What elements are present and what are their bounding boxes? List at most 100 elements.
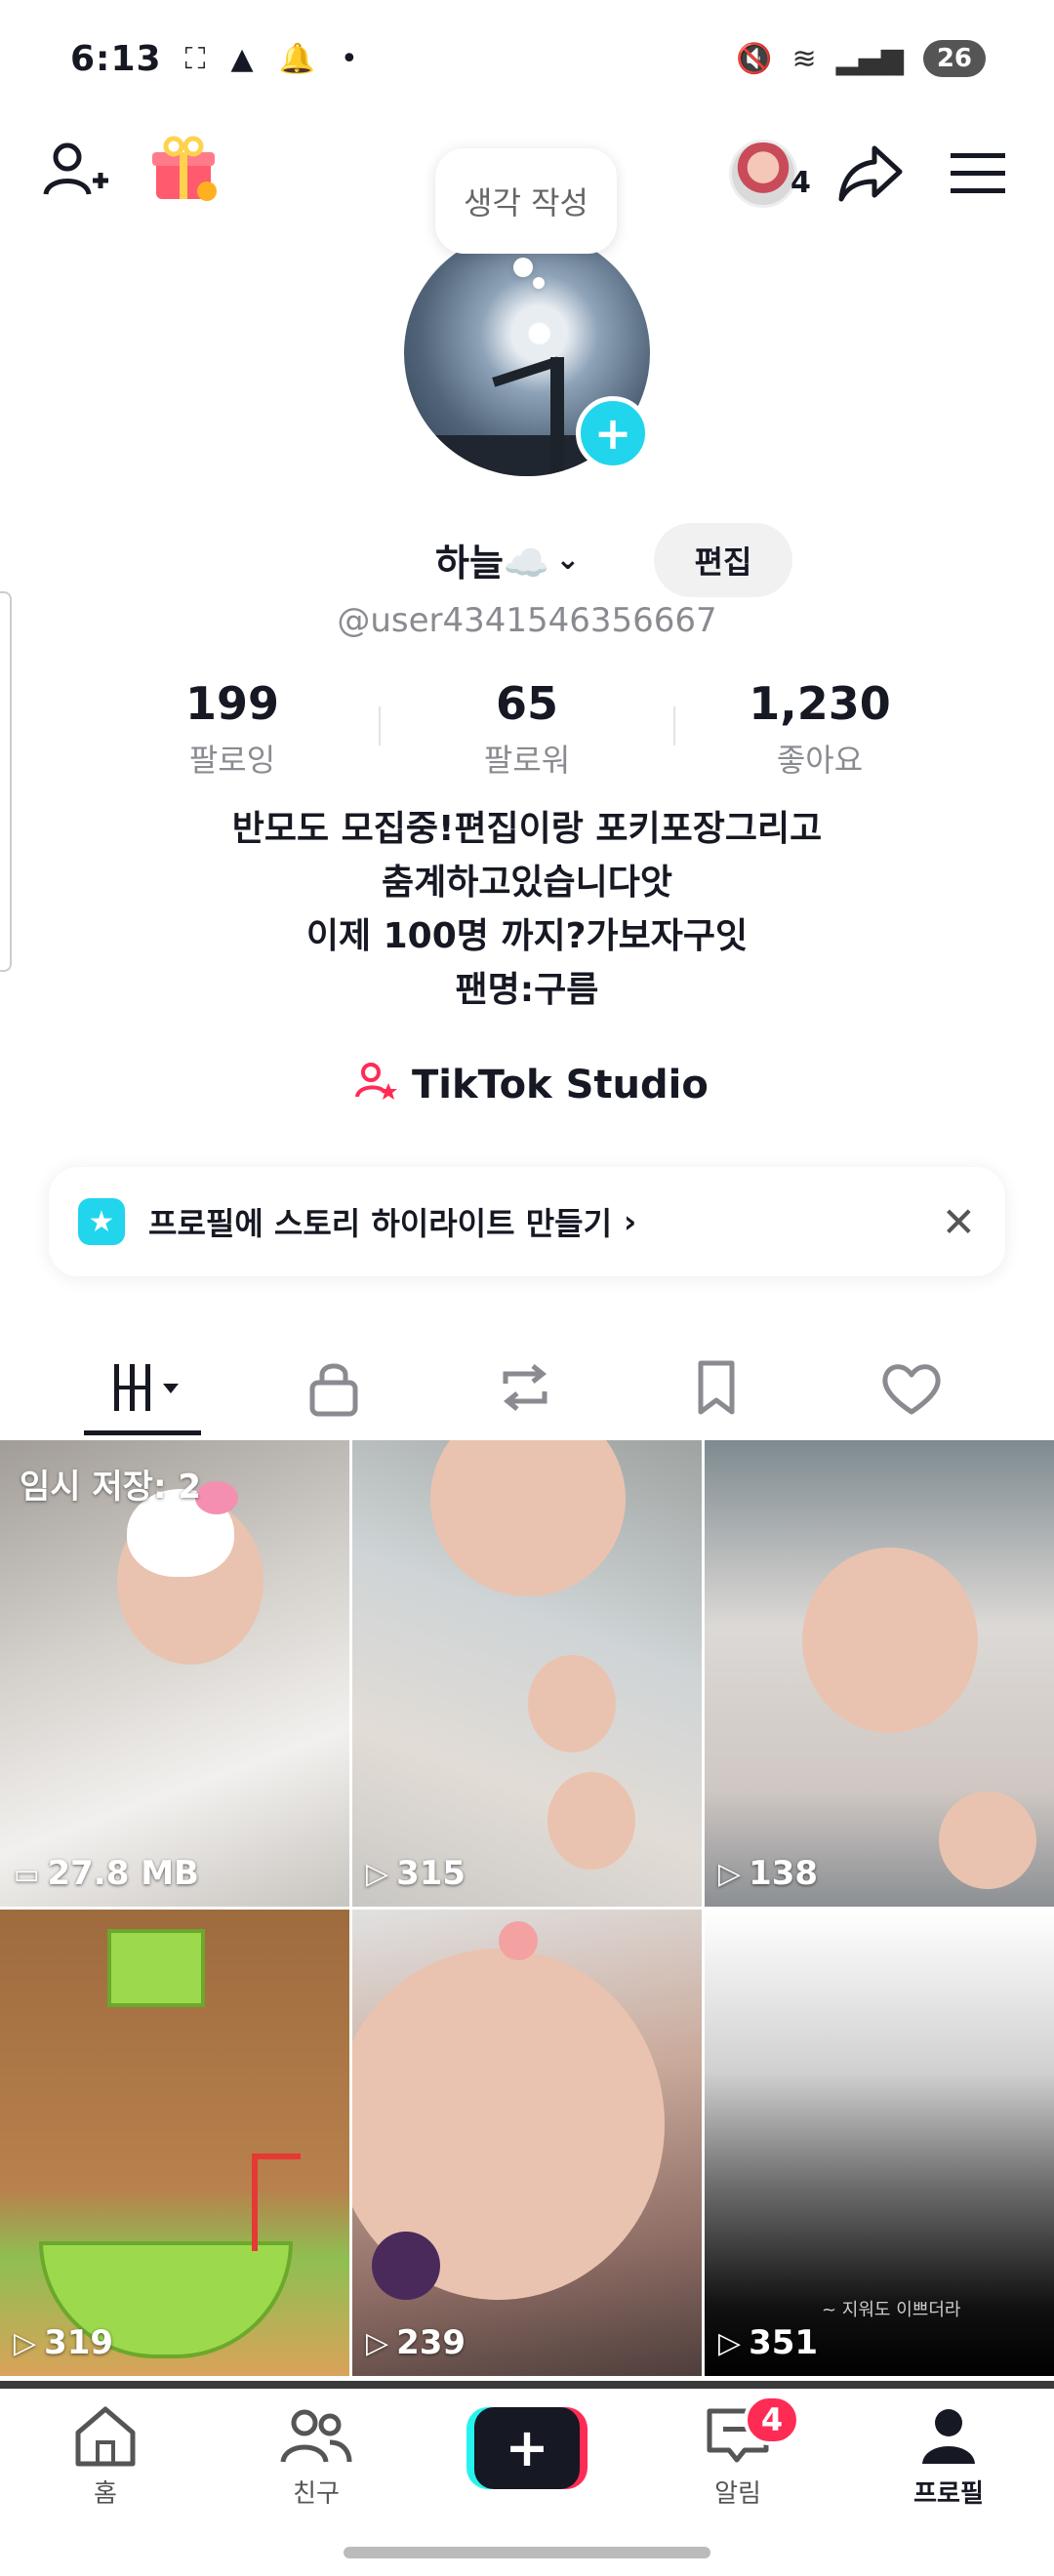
bio-line: 반모도 모집중!편집이랑 포키포장그리고	[231, 809, 823, 849]
warning-icon: ▲	[230, 41, 254, 76]
video-tile[interactable]: ▷ 319	[0, 1910, 349, 2376]
friends-icon	[280, 2409, 352, 2463]
home-icon	[75, 2406, 136, 2467]
view-count: 351	[749, 2323, 819, 2362]
video-tile[interactable]: ▷ 138	[705, 1440, 1054, 1907]
video-caption: ~ 지워도 이쁘더라	[822, 2300, 961, 2320]
studio-person-star-icon	[355, 1060, 398, 1111]
draft-icon: ▭	[14, 1857, 40, 1890]
avatar	[729, 140, 797, 208]
bio[interactable]: 반모도 모집중!편집이랑 포키포장그리고 춤계하고있습니다앗 이제 100명 까…	[0, 802, 1054, 1017]
add-story-button[interactable]: +	[576, 396, 650, 470]
bookmark-icon	[698, 1360, 735, 1415]
gift-icon	[152, 136, 217, 201]
edit-profile-button[interactable]: 편집	[654, 523, 792, 597]
signal-icon: ▂▄▆	[835, 41, 904, 76]
status-time: 6:13	[70, 38, 162, 79]
view-count: 239	[396, 2323, 466, 2362]
video-tile[interactable]: ~ 지워도 이쁘더라 ▷ 351	[705, 1910, 1054, 2376]
chevron-right-icon: ›	[624, 1203, 637, 1240]
username: @user4341546356667	[337, 601, 717, 640]
tab-reposts[interactable]	[429, 1337, 621, 1438]
plus-icon: +	[593, 407, 632, 460]
draft-size: 27.8 MB	[47, 1854, 199, 1893]
draft-video-tile[interactable]: 임시 저장: 2 ▭ 27.8 MB	[0, 1440, 349, 1907]
wifi-icon: ≋	[791, 41, 817, 76]
menu-button[interactable]	[939, 131, 1017, 217]
video-grid: 임시 저장: 2 ▭ 27.8 MB ▷ 315 ▷ 138 ▷ 319 ▷ 2…	[0, 1440, 1054, 2381]
studio-label: TikTok Studio	[412, 1063, 709, 1107]
hamburger-menu-icon	[951, 153, 1005, 193]
notification-bell-icon: 🔔	[278, 41, 315, 76]
followers-stat[interactable]: 65 팔로워	[410, 677, 644, 781]
bottom-nav: 홈 친구 + 알림 프로필	[0, 2389, 1054, 2535]
close-icon[interactable]: ✕	[942, 1198, 976, 1246]
story-highlight-banner[interactable]: ★ 프로필에 스토리 하이라이트 만들기 › ✕	[49, 1167, 1005, 1276]
nav-friends-label: 친구	[293, 2479, 340, 2509]
display-name-dropdown[interactable]: 하늘☁️ ⌄	[435, 523, 580, 595]
bio-line: 팬명:구름	[455, 970, 599, 1010]
create-button[interactable]: +	[466, 2407, 588, 2489]
heart-icon	[882, 1364, 941, 1415]
gift-button[interactable]	[144, 131, 223, 209]
dot-icon: •	[340, 41, 358, 76]
nav-home-label: 홈	[94, 2479, 117, 2509]
home-indicator[interactable]	[344, 2547, 710, 2558]
following-stat[interactable]: 199 팔로잉	[115, 677, 349, 781]
account-count: 4	[790, 166, 811, 200]
video-tile[interactable]: ▷ 239	[352, 1910, 702, 2376]
edge-panel-handle[interactable]	[0, 591, 12, 972]
share-profile-button[interactable]	[828, 131, 913, 217]
likes-count: 1,230	[749, 677, 891, 730]
nav-profile[interactable]: 프로필	[871, 2403, 1027, 2520]
inbox-badge: 4	[744, 2395, 800, 2445]
bio-line: 이제 100명 까지?가보자구잇	[305, 916, 749, 956]
view-count: 315	[396, 1854, 466, 1893]
story-banner-text: 프로필에 스토리 하이라이트 만들기	[148, 1205, 613, 1242]
play-icon: ▷	[14, 2325, 37, 2360]
profile-icon	[922, 2409, 975, 2464]
repost-icon	[503, 1364, 547, 1411]
battery-indicator: 26	[922, 40, 986, 77]
tab-saved[interactable]	[621, 1337, 812, 1438]
video-tile[interactable]: ▷ 315	[352, 1440, 702, 1907]
active-tab-indicator	[84, 1430, 201, 1435]
draft-label: 임시 저장: 2	[20, 1468, 202, 1507]
divider	[673, 706, 675, 745]
play-icon: ▷	[718, 1856, 742, 1891]
play-icon: ▷	[718, 2325, 742, 2360]
following-count: 199	[184, 677, 280, 730]
likes-label: 좋아요	[776, 742, 864, 779]
nav-friends[interactable]: 친구	[238, 2403, 394, 2520]
nav-inbox-label: 알림	[714, 2479, 761, 2509]
nav-home[interactable]: 홈	[27, 2403, 183, 2520]
profile-stats: 199 팔로잉 65 팔로워 1,230 좋아요	[0, 677, 1054, 785]
tab-videos[interactable]	[51, 1337, 242, 1438]
bubble-tail-small	[533, 277, 545, 289]
screenshot-icon: ⛶	[184, 41, 206, 76]
content-tabs	[0, 1337, 1054, 1438]
status-bar: 6:13 ⛶ ▲ 🔔 • 🔇 ≋ ▂▄▆ 26	[0, 0, 1054, 117]
tiktok-studio-button[interactable]: TikTok Studio	[355, 1054, 709, 1116]
add-user-icon	[43, 142, 108, 195]
view-count: 319	[44, 2323, 114, 2362]
tab-private[interactable]	[238, 1337, 429, 1438]
followers-label: 팔로워	[483, 742, 571, 779]
mute-icon: 🔇	[736, 41, 773, 76]
lock-icon	[309, 1363, 358, 1417]
play-icon: ▷	[366, 1856, 389, 1891]
add-friend-button[interactable]	[37, 133, 115, 211]
name-row: 하늘☁️ ⌄ 편집	[0, 523, 1054, 597]
grid-overflow	[0, 2381, 1054, 2389]
bubble-tail	[513, 258, 533, 277]
tab-liked[interactable]	[816, 1337, 1007, 1438]
plus-icon: +	[474, 2407, 580, 2489]
likes-stat[interactable]: 1,230 좋아요	[703, 677, 937, 781]
grid-icon	[114, 1364, 179, 1411]
chevron-down-icon: ⌄	[555, 542, 581, 577]
play-icon: ▷	[366, 2325, 389, 2360]
view-count: 138	[749, 1854, 819, 1893]
nav-profile-label: 프로필	[913, 2479, 984, 2509]
thought-bubble-button[interactable]: 생각 작성	[435, 148, 617, 254]
following-label: 팔로잉	[188, 742, 276, 779]
